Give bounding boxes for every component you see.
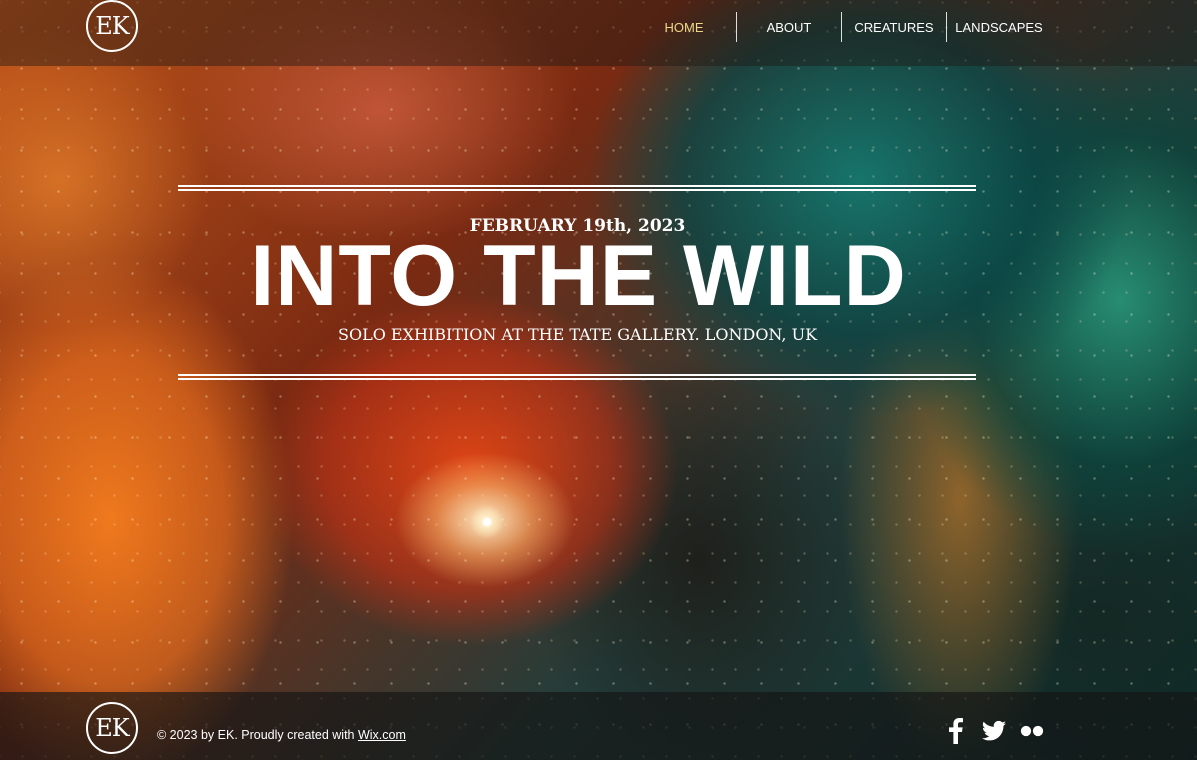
site-logo[interactable]: EK — [86, 0, 138, 52]
footer-logo[interactable]: EK — [86, 702, 138, 754]
wix-link[interactable]: Wix.com — [358, 728, 406, 742]
copyright-label: © 2023 by EK. Proudly created with — [157, 728, 358, 742]
background-artwork — [0, 0, 1197, 760]
exhibition-subtitle: SOLO EXHIBITION AT THE TATE GALLERY. LON… — [337, 325, 818, 344]
glowing-star — [470, 505, 504, 539]
facebook-icon[interactable] — [944, 718, 968, 744]
flickr-icon[interactable] — [1020, 718, 1044, 744]
copyright-text: © 2023 by EK. Proudly created with Wix.c… — [157, 728, 406, 742]
site-footer: EK © 2023 by EK. Proudly created with Wi… — [0, 692, 1197, 760]
nav-about[interactable]: ABOUT — [736, 12, 841, 42]
social-bar — [944, 718, 1044, 744]
twitter-icon[interactable] — [982, 718, 1006, 744]
top-divider — [178, 185, 976, 191]
nav-creatures[interactable]: CREATURES — [841, 12, 946, 42]
main-nav: HOME ABOUT CREATURES LANDSCAPES — [632, 0, 1051, 56]
site-header: EK HOME ABOUT CREATURES LANDSCAPES — [0, 0, 1197, 66]
nav-landscapes[interactable]: LANDSCAPES — [946, 12, 1051, 42]
exhibition-title: INTO THE WILD — [250, 228, 907, 324]
bottom-divider — [178, 374, 976, 380]
nav-home[interactable]: HOME — [632, 12, 736, 42]
